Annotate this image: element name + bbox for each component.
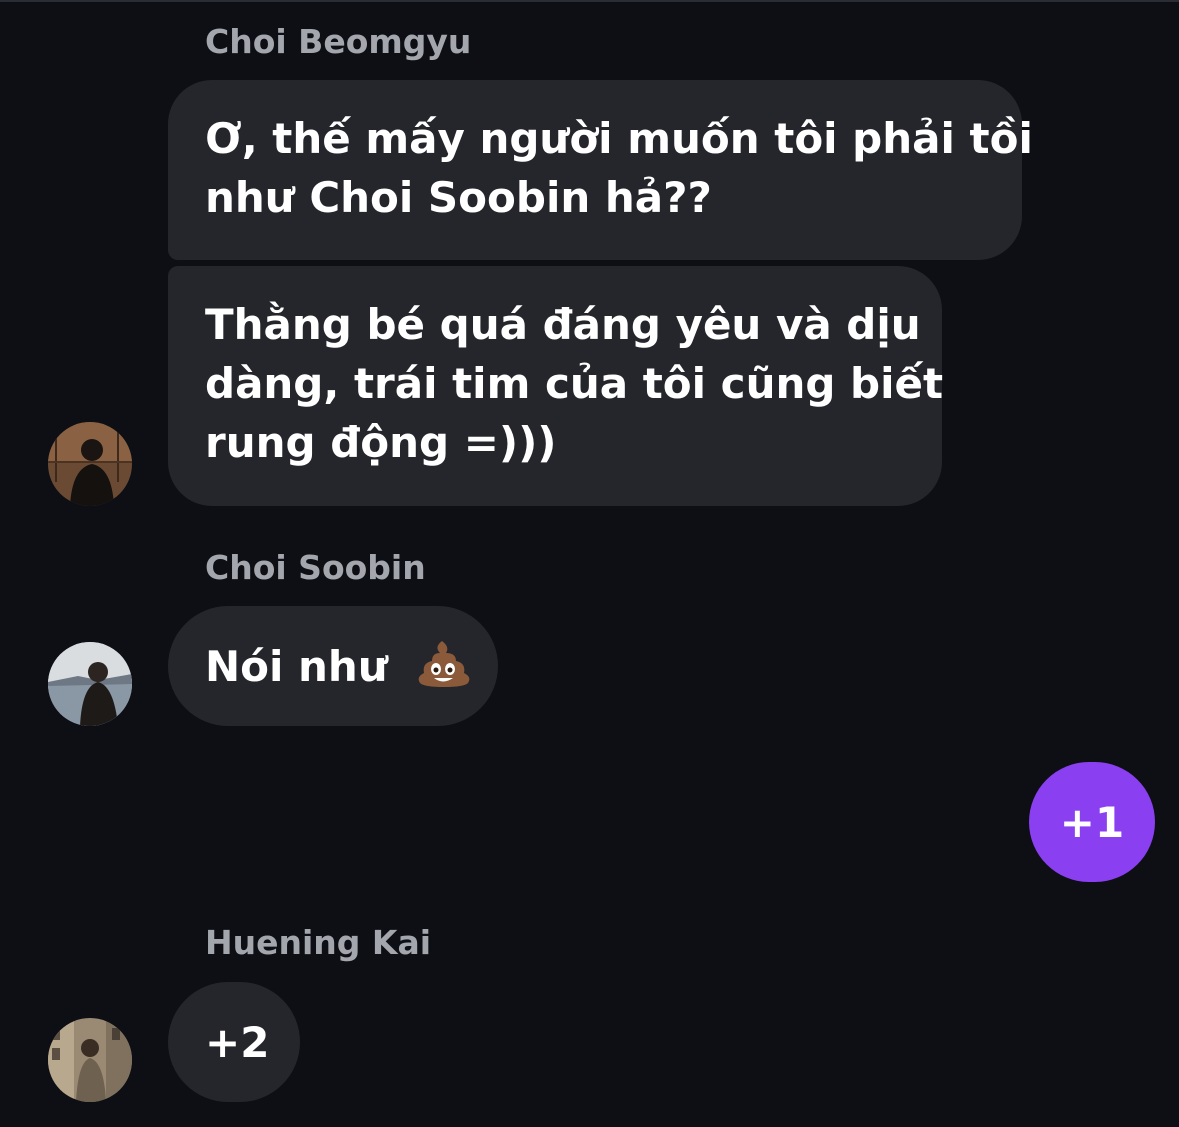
sender-name-soobin: Choi Soobin [205, 548, 426, 587]
message-bubble[interactable]: Ơ, thế mấy người muốn tôi phải tồi như C… [168, 80, 1033, 260]
sent-message-bubble[interactable]: +1 [1029, 762, 1155, 882]
avatar-beomgyu[interactable] [48, 422, 132, 506]
message-line: như Choi Soobin hả?? [205, 173, 712, 222]
pile-of-poo-icon [416, 639, 472, 702]
message-bubble[interactable]: +2 [168, 982, 300, 1102]
message-line: Thằng bé quá đáng yêu và dịu [205, 300, 921, 349]
message-bubble[interactable]: Thằng bé quá đáng yêu và dịu dàng, trái … [168, 266, 944, 506]
avatar-huening-kai[interactable] [48, 1018, 132, 1102]
message-text: Nói như [205, 642, 388, 691]
message-text: +2 [205, 1018, 270, 1067]
message-line: dàng, trái tim của tôi cũng biết [205, 359, 944, 408]
top-divider [0, 0, 1179, 2]
message-line: rung động =))) [205, 418, 557, 467]
avatar-soobin[interactable] [48, 642, 132, 726]
message-bubble[interactable]: Nói như [168, 606, 498, 726]
message-line: Ơ, thế mấy người muốn tôi phải tồi [205, 114, 1033, 163]
sender-name-beomgyu: Choi Beomgyu [205, 22, 472, 61]
sender-name-huening-kai: Huening Kai [205, 923, 432, 962]
sent-message-text: +1 [1059, 797, 1125, 847]
